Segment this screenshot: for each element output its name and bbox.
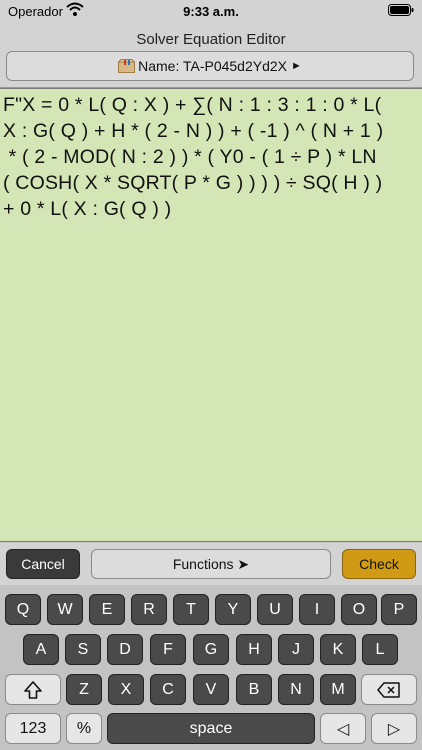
key-o[interactable]: O bbox=[341, 594, 377, 625]
shift-key[interactable] bbox=[5, 674, 61, 705]
key-d[interactable]: D bbox=[107, 634, 143, 665]
package-icon bbox=[118, 59, 136, 73]
key-w[interactable]: W bbox=[47, 594, 83, 625]
key-j[interactable]: J bbox=[278, 634, 314, 665]
backspace-key[interactable] bbox=[361, 674, 417, 705]
key-q[interactable]: Q bbox=[5, 594, 41, 625]
equation-line: F"X = 0 * L( Q : X ) + ∑( N : 1 : 3 : 1 … bbox=[3, 94, 382, 116]
equation-line: + 0 * L( X : G( Q ) ) bbox=[3, 198, 172, 220]
key-y[interactable]: Y bbox=[215, 594, 251, 625]
key-t[interactable]: T bbox=[173, 594, 209, 625]
editor-header: Solver Equation Editor Name: TA-P045d2Yd… bbox=[0, 22, 422, 88]
key-b[interactable]: B bbox=[236, 674, 272, 705]
key-s[interactable]: S bbox=[65, 634, 101, 665]
cancel-button[interactable]: Cancel bbox=[6, 549, 80, 579]
status-bar: Operador 9:33 a.m. bbox=[0, 0, 422, 22]
key-c[interactable]: C bbox=[150, 674, 186, 705]
page-title: Solver Equation Editor bbox=[136, 31, 286, 48]
equation-line: X : G( Q ) + H * ( 2 - N ) ) + ( -1 ) ^ … bbox=[3, 120, 384, 142]
equation-text: F"X = 0 * L( Q : X ) + ∑( N : 1 : 3 : 1 … bbox=[3, 92, 419, 222]
name-button[interactable]: Name: TA-P045d2Yd2X ► bbox=[6, 51, 414, 81]
equation-line: ( COSH( X * SQRT( P * G ) ) ) ) ÷ SQ( H … bbox=[3, 172, 383, 194]
numbers-key[interactable]: 123 bbox=[5, 713, 61, 744]
keyboard: Q W E R T Y U I O P A S D F G H J K L Z … bbox=[0, 585, 422, 750]
key-l[interactable]: L bbox=[362, 634, 398, 665]
percent-key[interactable]: % bbox=[66, 713, 102, 744]
battery-icon bbox=[388, 4, 414, 16]
cursor-left-key[interactable]: ◁ bbox=[320, 713, 366, 744]
key-i[interactable]: I bbox=[299, 594, 335, 625]
key-g[interactable]: G bbox=[193, 634, 229, 665]
equation-name: Name: TA-P045d2Yd2X bbox=[138, 58, 287, 74]
cursor-right-key[interactable]: ▷ bbox=[371, 713, 417, 744]
key-h[interactable]: H bbox=[236, 634, 272, 665]
key-v[interactable]: V bbox=[193, 674, 229, 705]
status-time: 9:33 a.m. bbox=[183, 4, 239, 19]
key-u[interactable]: U bbox=[257, 594, 293, 625]
key-n[interactable]: N bbox=[278, 674, 314, 705]
space-key[interactable]: space bbox=[107, 713, 315, 744]
check-button[interactable]: Check bbox=[342, 549, 416, 579]
key-k[interactable]: K bbox=[320, 634, 356, 665]
backspace-icon bbox=[377, 681, 400, 698]
key-a[interactable]: A bbox=[23, 634, 59, 665]
functions-button[interactable]: Functions ➤ bbox=[91, 549, 331, 579]
shift-icon bbox=[24, 680, 42, 699]
editor-toolbar: Cancel Functions ➤ Check bbox=[0, 543, 422, 585]
play-arrow-icon: ► bbox=[291, 60, 302, 72]
key-p[interactable]: P bbox=[381, 594, 417, 625]
key-f[interactable]: F bbox=[150, 634, 186, 665]
equation-editor[interactable]: F"X = 0 * L( Q : X ) + ∑( N : 1 : 3 : 1 … bbox=[0, 88, 422, 542]
key-r[interactable]: R bbox=[131, 594, 167, 625]
equation-line: * ( 2 - MOD( N : 2 ) ) * ( Y0 - ( 1 ÷ P … bbox=[3, 146, 377, 168]
key-x[interactable]: X bbox=[108, 674, 144, 705]
key-e[interactable]: E bbox=[89, 594, 125, 625]
key-m[interactable]: M bbox=[320, 674, 356, 705]
key-z[interactable]: Z bbox=[66, 674, 102, 705]
